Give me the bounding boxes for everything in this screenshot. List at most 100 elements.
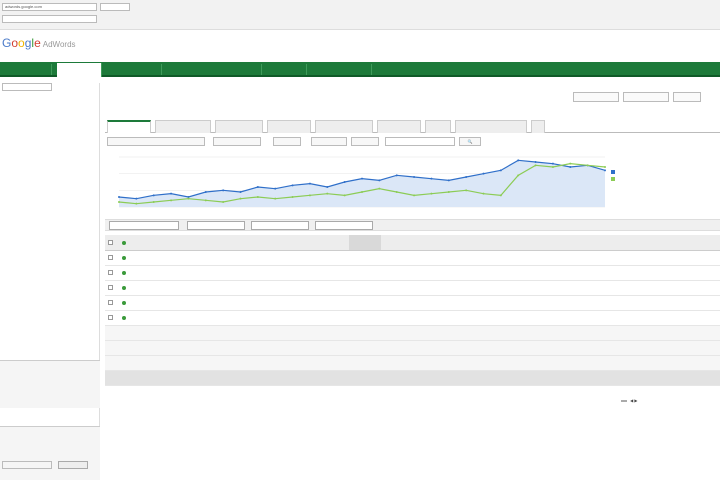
chart-point[interactable] (135, 202, 138, 205)
row-checkbox[interactable] (108, 270, 113, 276)
header-campaign[interactable] (261, 235, 349, 251)
action-button-status[interactable] (251, 221, 309, 230)
chart-point[interactable] (447, 179, 450, 182)
filter-dropdown[interactable] (213, 137, 261, 146)
chart-point[interactable] (118, 201, 120, 203)
chart-point[interactable] (482, 172, 485, 175)
chart-point[interactable] (395, 174, 398, 177)
chart-point[interactable] (413, 176, 416, 178)
chart-point[interactable] (256, 186, 259, 188)
chart-point[interactable] (482, 192, 485, 195)
chart-point[interactable] (378, 179, 381, 182)
nav-item-home[interactable] (0, 64, 52, 75)
tab-extensions[interactable] (425, 120, 451, 133)
chart-point[interactable] (222, 189, 225, 192)
chart-point[interactable] (499, 194, 502, 197)
chart-point[interactable] (170, 192, 173, 195)
chart-point[interactable] (239, 191, 242, 193)
chart-point[interactable] (569, 162, 572, 165)
chart-point[interactable] (274, 187, 277, 190)
row-checkbox[interactable] (108, 315, 113, 321)
header-status[interactable] (119, 235, 133, 251)
header-select-all[interactable] (105, 235, 119, 251)
chart-point[interactable] (551, 162, 554, 165)
chart-point[interactable] (551, 166, 554, 168)
status-dot-icon[interactable] (122, 285, 126, 290)
chart-point[interactable] (499, 169, 502, 172)
chart-point[interactable] (326, 192, 329, 195)
chart-point[interactable] (152, 194, 155, 197)
filter-dropdown[interactable] (107, 137, 205, 146)
chart-point[interactable] (395, 191, 398, 193)
action-button-more[interactable] (315, 221, 373, 230)
chart-point[interactable] (361, 191, 363, 193)
chart-point[interactable] (447, 191, 450, 193)
chart-point[interactable] (361, 177, 363, 180)
header-clicks[interactable] (349, 235, 381, 251)
tab-campaigns[interactable] (107, 120, 151, 133)
status-dot-icon[interactable] (122, 315, 126, 320)
chart-point[interactable] (343, 181, 346, 183)
chart-point[interactable] (430, 177, 433, 180)
filter-search-input[interactable] (385, 137, 455, 146)
tab-more[interactable] (531, 120, 545, 133)
address-field[interactable]: adwords.google.com (2, 3, 97, 11)
row-checkbox[interactable] (108, 285, 113, 291)
chart-point[interactable] (308, 194, 311, 197)
filter-dropdown[interactable] (351, 137, 379, 146)
header-avg-cpc[interactable] (457, 235, 567, 251)
tab-dimensions[interactable] (455, 120, 527, 133)
rows-per-page-select[interactable] (621, 400, 627, 402)
header-cost[interactable] (567, 235, 629, 251)
chart-point[interactable] (308, 182, 311, 185)
chart-point[interactable] (152, 201, 155, 203)
chart-point[interactable] (256, 196, 259, 198)
chart-point[interactable] (222, 201, 225, 203)
nav-item-billing[interactable] (265, 64, 307, 75)
chart-point[interactable] (465, 176, 468, 178)
row-checkbox[interactable] (108, 300, 113, 306)
status-dot-icon[interactable] (122, 270, 126, 275)
select-all-checkbox[interactable] (108, 239, 113, 245)
filter-search-button[interactable]: 🔍 (459, 137, 481, 146)
row-checkbox[interactable] (108, 255, 113, 261)
tab-settings[interactable] (215, 120, 263, 133)
chart-point[interactable] (534, 161, 537, 163)
chart-point[interactable] (291, 196, 294, 198)
chart-point[interactable] (517, 174, 520, 177)
nav-item-reports[interactable] (164, 64, 262, 75)
chart-point[interactable] (586, 164, 589, 167)
header-ctr[interactable] (421, 235, 457, 251)
status-dot-icon[interactable] (122, 300, 126, 305)
status-dot-icon[interactable] (122, 255, 126, 260)
sidebar-box-input[interactable] (2, 461, 52, 469)
zoom-field[interactable] (100, 3, 130, 11)
chart-point[interactable] (569, 166, 572, 168)
sidebar-box-button[interactable] (58, 461, 88, 469)
chart-point[interactable] (604, 166, 606, 168)
chart-point[interactable] (413, 194, 416, 197)
header-avg-pos[interactable] (629, 235, 720, 251)
chart-point[interactable] (534, 164, 537, 167)
tab-networks[interactable] (377, 120, 421, 133)
chart-point[interactable] (343, 194, 346, 197)
google-adwords-logo[interactable]: Google AdWords (2, 36, 76, 50)
tab-keywords[interactable] (315, 120, 373, 133)
chart-point[interactable] (170, 199, 173, 202)
chart-point[interactable] (204, 199, 207, 202)
chart-point[interactable] (118, 196, 120, 198)
header-name[interactable] (133, 235, 261, 251)
chart-point[interactable] (517, 159, 520, 162)
tab-ad-groups[interactable] (155, 120, 211, 133)
chart-point[interactable] (135, 197, 138, 200)
action-button-edit[interactable] (187, 221, 245, 230)
chart-point[interactable] (291, 184, 294, 187)
chart-point[interactable] (378, 187, 381, 190)
chart-point[interactable] (604, 169, 606, 172)
nav-item-account[interactable] (310, 64, 372, 75)
chart-point[interactable] (187, 197, 190, 200)
chart-point[interactable] (204, 191, 207, 193)
chart-point[interactable] (465, 189, 468, 192)
chart-point[interactable] (430, 192, 433, 195)
pager-prev-icon[interactable]: ◀ (630, 398, 633, 403)
